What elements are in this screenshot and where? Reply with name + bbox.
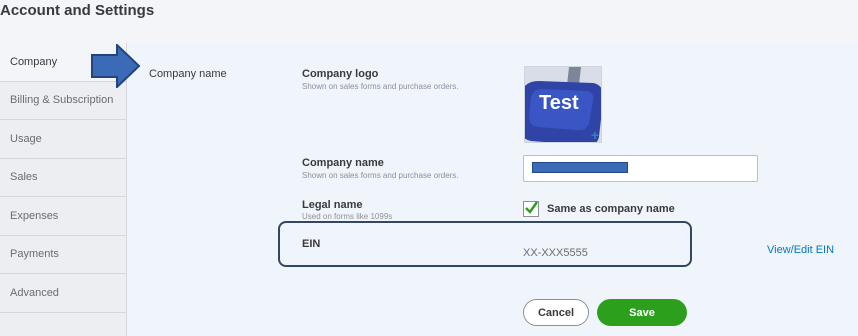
sidebar-item-advanced[interactable]: Advanced	[0, 274, 126, 313]
company-name-input[interactable]	[523, 155, 758, 182]
logo-text: Test	[539, 92, 579, 114]
sidebar-item-sales[interactable]: Sales	[0, 159, 126, 197]
company-name-help: Shown on sales forms and purchase orders…	[302, 171, 459, 180]
redaction-mark	[532, 162, 628, 173]
same-as-company-label[interactable]: Same as company name	[547, 203, 675, 215]
save-button[interactable]: Save	[597, 299, 687, 326]
sidebar-item-expenses[interactable]: Expenses	[0, 197, 126, 236]
settings-content-panel	[127, 43, 858, 336]
ein-highlight-box	[278, 221, 692, 267]
checkmark-icon	[525, 201, 539, 214]
sidebar-item-payments[interactable]: Payments	[0, 236, 126, 274]
plus-icon[interactable]: +	[591, 128, 599, 142]
arrow-right-icon	[91, 44, 141, 88]
company-logo-help: Shown on sales forms and purchase orders…	[302, 82, 459, 91]
cancel-button[interactable]: Cancel	[523, 299, 589, 326]
sidebar-item-usage[interactable]: Usage	[0, 120, 126, 159]
company-name-label: Company name	[302, 157, 384, 169]
page-title: Account and Settings	[0, 2, 155, 19]
ein-value: XX-XXX5555	[523, 247, 588, 259]
company-logo-label: Company logo	[302, 68, 379, 80]
view-edit-ein-link[interactable]: View/Edit EIN	[767, 244, 834, 256]
legal-name-help: Used on forms like 1099s	[302, 212, 393, 220]
logo-key-image: Test	[525, 67, 601, 142]
legal-name-label: Legal name	[302, 199, 363, 211]
ein-label: EIN	[302, 238, 321, 250]
same-as-company-checkbox[interactable]	[523, 201, 539, 217]
section-label[interactable]: Company name	[149, 68, 227, 80]
company-logo-image[interactable]: Test +	[524, 66, 602, 143]
